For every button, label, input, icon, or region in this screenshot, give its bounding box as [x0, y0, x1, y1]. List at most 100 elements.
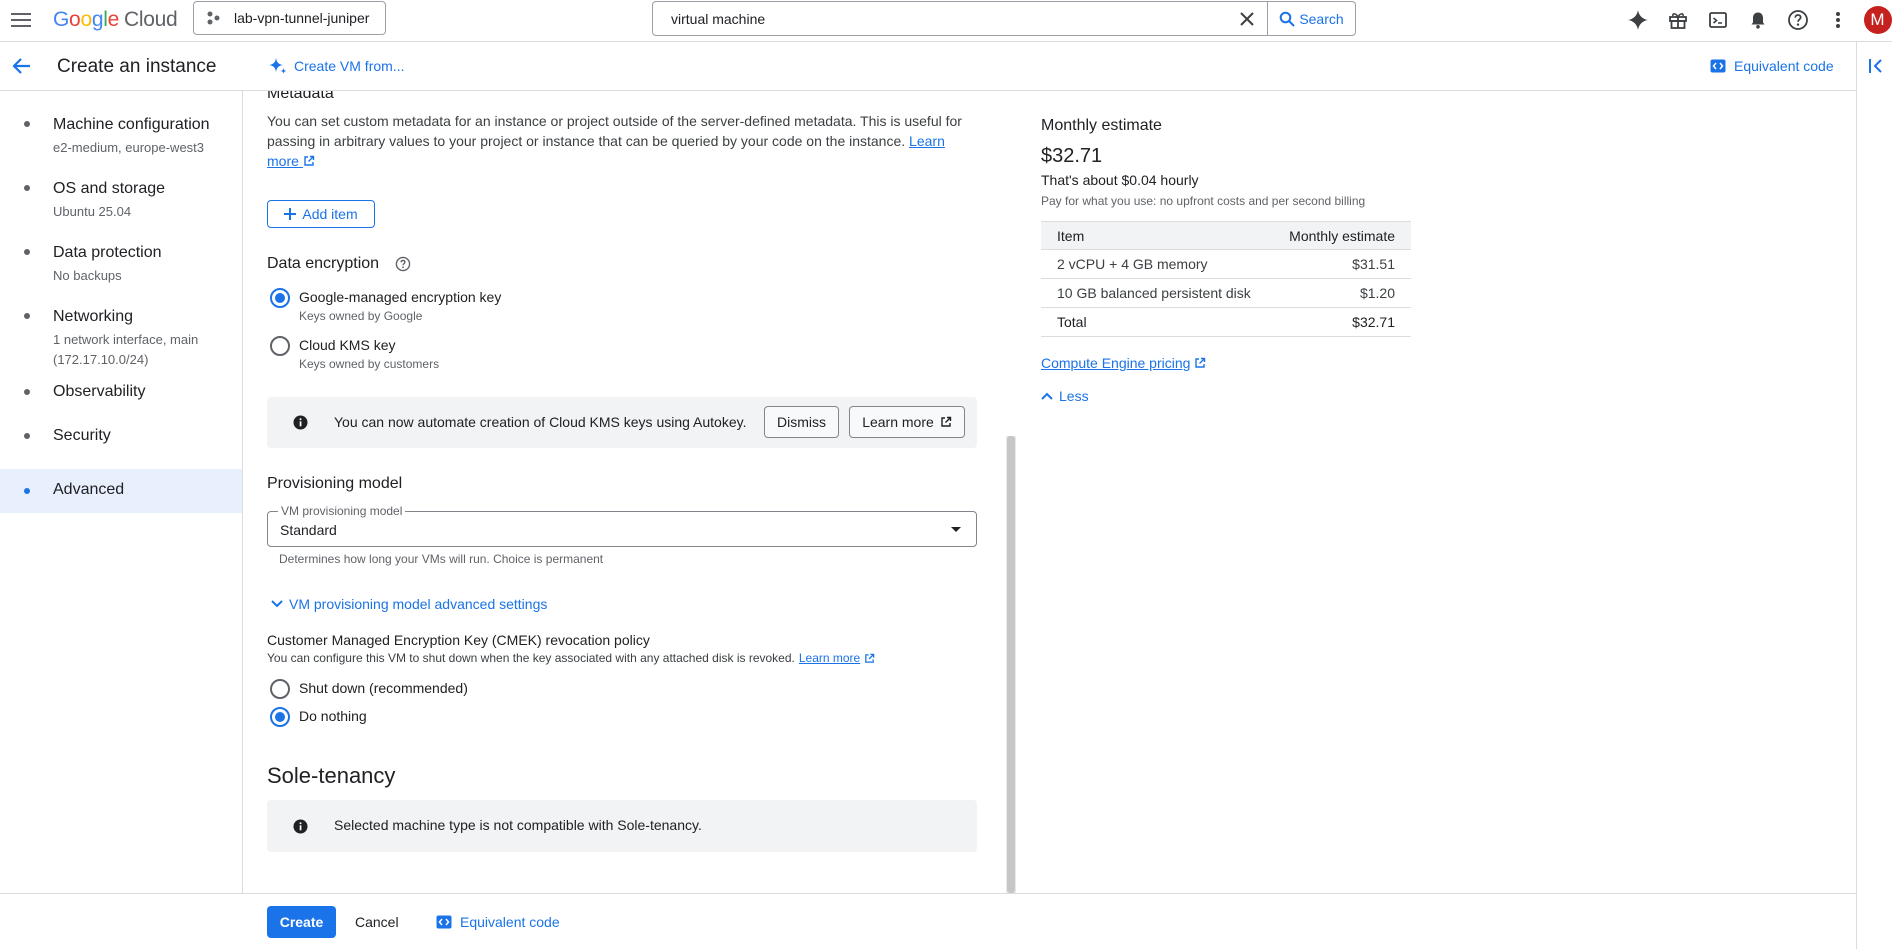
external-link-icon — [1195, 357, 1206, 368]
row-item: 2 vCPU + 4 GB memory — [1041, 249, 1271, 279]
sparkle-icon — [1627, 9, 1648, 30]
external-link-icon — [941, 416, 951, 427]
sidebar-item-data-protection[interactable]: Data protection No backups — [0, 219, 242, 283]
sidebar-item-networking[interactable]: Networking 1 network interface, main (17… — [0, 283, 242, 367]
help-icon — [1787, 9, 1808, 30]
autokey-banner-text: You can now automate creation of Cloud K… — [334, 414, 747, 430]
row-cost: $31.51 — [1270, 249, 1411, 279]
clear-search-button[interactable] — [1227, 2, 1267, 35]
project-picker[interactable]: lab-vpn-tunnel-juniper — [193, 1, 386, 35]
vm-provisioning-model-select[interactable]: VM provisioning model Standard — [267, 504, 977, 547]
sidebar-item-machine-configuration[interactable]: Machine configuration e2-medium, europe-… — [0, 91, 242, 155]
search-input[interactable]: virtual machine — [653, 11, 1227, 27]
col-monthly-estimate: Monthly estimate — [1270, 221, 1411, 250]
row-item: Total — [1041, 307, 1271, 337]
google-cloud-logo[interactable]: Google Cloud — [53, 8, 178, 32]
account-button[interactable]: M — [1863, 5, 1892, 34]
estimate-note: Pay for what you use: no upfront costs a… — [1041, 194, 1366, 208]
plus-icon — [284, 208, 297, 220]
hamburger-menu-icon — [11, 13, 31, 27]
gemini-button[interactable] — [1623, 5, 1652, 34]
main-scrollbar[interactable] — [1006, 436, 1016, 893]
search-button-label: Search — [1299, 10, 1344, 27]
info-icon — [293, 819, 308, 834]
cmek-heading: Customer Managed Encryption Key (CMEK) r… — [267, 632, 650, 648]
more-text: more — [267, 153, 299, 169]
sole-tenancy-banner: Selected machine type is not compatible … — [267, 800, 977, 852]
equivalent-code-top-button[interactable]: Equivalent code — [1710, 58, 1834, 74]
create-button[interactable]: Create — [267, 906, 336, 938]
search-bar: virtual machine Search — [652, 1, 1356, 36]
equivalent-code-label: Equivalent code — [460, 914, 560, 930]
create-vm-from-button[interactable]: Create VM from... — [268, 56, 404, 76]
cmek-desc-text: You can configure this VM to shut down w… — [267, 651, 795, 665]
code-icon — [1710, 59, 1726, 73]
dismiss-label: Dismiss — [777, 414, 826, 430]
right-panel-divider — [1856, 42, 1857, 949]
cloud-kms-key-label: Cloud KMS key — [299, 337, 396, 353]
provisioning-hint: Determines how long your VMs will run. C… — [279, 552, 604, 566]
nav-bullet — [24, 185, 30, 191]
do-nothing-label: Do nothing — [299, 708, 367, 724]
dismiss-button[interactable]: Dismiss — [764, 406, 839, 438]
row-item: 10 GB balanced persistent disk — [1041, 278, 1271, 308]
less-label: Less — [1059, 388, 1089, 404]
code-icon — [436, 915, 452, 929]
shut-down-radio[interactable] — [270, 679, 290, 699]
estimate-title: Monthly estimate — [1041, 117, 1162, 134]
row-cost: $32.71 — [1270, 307, 1411, 337]
nav-bullet — [24, 433, 30, 439]
sidebar-item-advanced[interactable]: Advanced — [0, 469, 242, 513]
main-menu-button[interactable] — [8, 7, 34, 33]
google-managed-key-radio[interactable] — [270, 288, 290, 308]
sidebar-item-label: Data protection — [53, 244, 162, 261]
vm-provisioning-model-value: Standard — [280, 522, 337, 538]
cloud-kms-key-radio[interactable] — [270, 336, 290, 356]
advanced-settings-toggle[interactable]: VM provisioning model advanced settings — [271, 596, 547, 612]
info-icon — [293, 415, 308, 430]
avatar: M — [1863, 5, 1892, 34]
cloud-shell-button[interactable] — [1703, 5, 1732, 34]
project-name: lab-vpn-tunnel-juniper — [234, 10, 370, 26]
chevron-down-icon — [271, 600, 283, 608]
less-toggle[interactable]: Less — [1041, 388, 1411, 404]
cmek-learn-more-link[interactable]: Learn more — [799, 651, 860, 665]
back-button[interactable] — [10, 54, 34, 78]
sidebar-item-label: Observability — [53, 383, 146, 400]
sole-tenancy-heading: Sole-tenancy — [267, 763, 396, 788]
col-item: Item — [1041, 221, 1271, 250]
sidebar-item-label: Security — [53, 427, 111, 444]
nav-bullet — [24, 313, 30, 319]
google-managed-key-sub: Keys owned by Google — [299, 309, 423, 323]
gift-button[interactable] — [1663, 5, 1692, 34]
notifications-button[interactable] — [1743, 5, 1772, 34]
top-bar: Google Cloud lab-vpn-tunnel-juniper virt… — [0, 0, 1892, 42]
collapse-panel-button[interactable] — [1866, 55, 1888, 77]
help-icon[interactable] — [395, 256, 411, 272]
search-button[interactable]: Search — [1267, 2, 1355, 35]
bottom-action-bar: Create Cancel Equivalent code — [0, 893, 1856, 949]
sidebar-item-security[interactable]: Security — [0, 411, 242, 455]
autokey-learn-more-button[interactable]: Learn more — [849, 406, 965, 438]
do-nothing-radio[interactable] — [270, 707, 290, 727]
project-icon — [207, 11, 220, 25]
external-link-icon — [304, 155, 314, 166]
terminal-icon — [1708, 11, 1727, 28]
equivalent-code-button[interactable]: Equivalent code — [436, 906, 560, 938]
bell-icon — [1751, 12, 1764, 29]
add-item-button[interactable]: Add item — [267, 200, 375, 228]
cancel-button[interactable]: Cancel — [355, 906, 399, 938]
nav-bullet — [24, 121, 30, 127]
sidebar-item-observability[interactable]: Observability — [0, 367, 242, 411]
more-options-button[interactable] — [1823, 5, 1852, 34]
create-label: Create — [279, 914, 324, 930]
compute-engine-pricing-link[interactable]: Compute Engine pricing — [1041, 355, 1411, 371]
nav-bullet — [24, 249, 30, 255]
sole-tenancy-banner-text: Selected machine type is not compatible … — [334, 817, 702, 833]
table-row: 10 GB balanced persistent disk $1.20 — [1041, 278, 1411, 308]
help-button[interactable] — [1783, 5, 1812, 34]
scrollbar-thumb[interactable] — [1007, 436, 1015, 893]
arrow-back-icon — [12, 58, 30, 74]
sidebar-item-os-and-storage[interactable]: OS and storage Ubuntu 25.04 — [0, 155, 242, 219]
cmek-learn-more-label: Learn more — [798, 651, 861, 665]
